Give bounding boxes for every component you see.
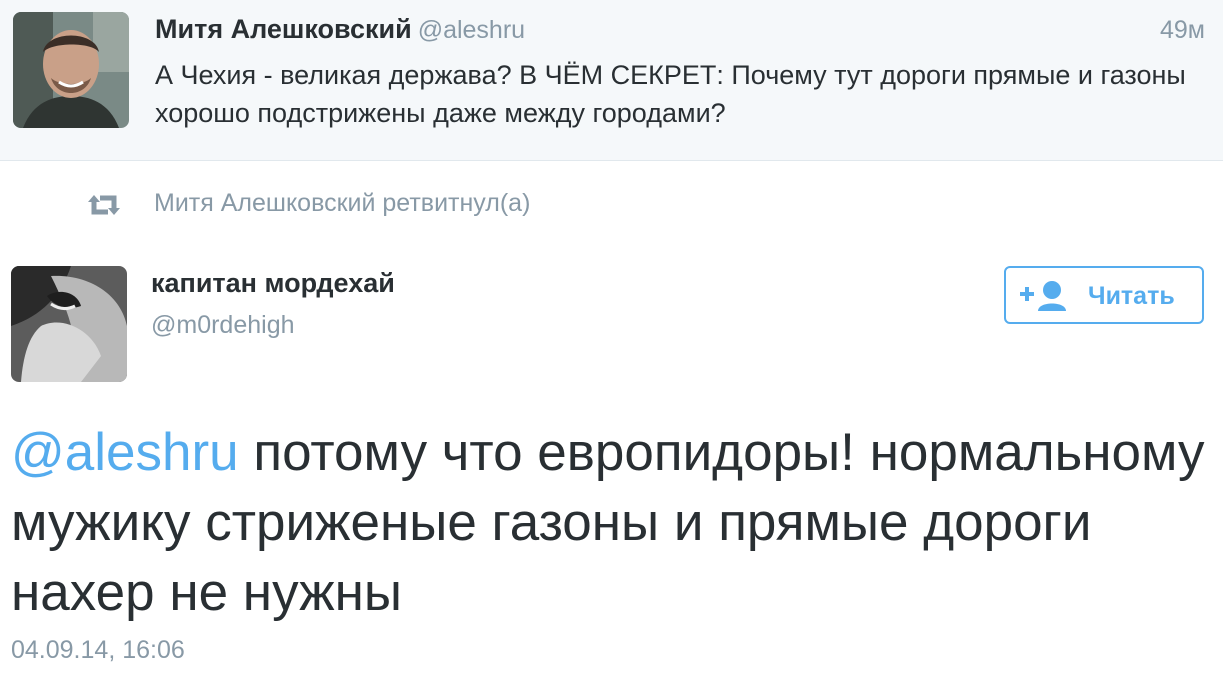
tweet-timestamp[interactable]: 04.09.14, 16:06: [11, 636, 185, 665]
follow-label: Читать: [1088, 282, 1175, 310]
main-author-handle[interactable]: @m0rdehigh: [151, 311, 295, 340]
add-user-icon: [1020, 281, 1066, 311]
mention-link[interactable]: @aleshru: [11, 423, 239, 482]
follow-button[interactable]: Читать: [1004, 266, 1204, 324]
retweet-label[interactable]: Митя Алешковский ретвитнул(а): [154, 189, 530, 218]
quoted-tweet-time[interactable]: 49м: [1160, 16, 1205, 45]
quoted-author-avatar[interactable]: [13, 12, 129, 128]
quoted-tweet[interactable]: Митя Алешковский @aleshru 49м А Чехия - в…: [0, 0, 1223, 161]
quoted-author-name[interactable]: Митя Алешковский: [155, 14, 412, 44]
quoted-author: Митя Алешковский @aleshru: [155, 14, 525, 45]
quoted-tweet-text: А Чехия - великая держава? В ЧЁМ СЕКРЕТ:…: [155, 60, 1186, 128]
tweet-text: @aleshru потому что европидоры! нормальн…: [11, 418, 1211, 628]
quoted-author-handle[interactable]: @aleshru: [418, 16, 525, 44]
retweet-icon: [88, 195, 120, 215]
main-author-avatar[interactable]: [11, 266, 127, 382]
main-author-name[interactable]: капитан мордехай: [151, 268, 395, 299]
